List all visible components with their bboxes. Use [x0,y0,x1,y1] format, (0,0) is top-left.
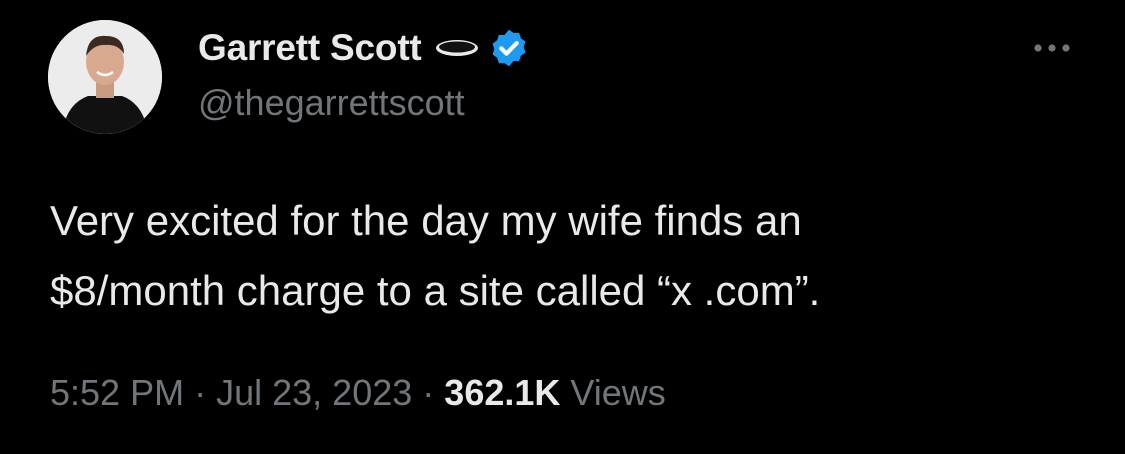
author-name-row: Garrett Scott [198,24,530,72]
meta-separator: · [194,372,207,413]
views-count[interactable]: 362.1K [444,372,560,413]
more-horizontal-icon [1034,44,1070,52]
author-avatar[interactable] [48,20,162,134]
more-options-button[interactable] [1028,36,1076,60]
views-label: Views [570,372,666,413]
tweet-date[interactable]: Jul 23, 2023 [216,372,412,413]
previous-content-fragment [300,0,720,6]
tweet-meta-row: 5:52 PM · Jul 23, 2023 · 362.1K Views [50,372,666,414]
author-handle[interactable]: @thegarrettscott [198,82,465,124]
tweet-text: Very excited for the day my wife finds a… [50,197,821,314]
author-display-name[interactable]: Garrett Scott [198,27,422,69]
meta-separator: · [422,372,435,413]
black-oval-badge-icon[interactable] [434,38,480,58]
verified-badge-icon[interactable] [488,27,530,69]
tweet-timestamp[interactable]: 5:52 PM [50,372,184,413]
